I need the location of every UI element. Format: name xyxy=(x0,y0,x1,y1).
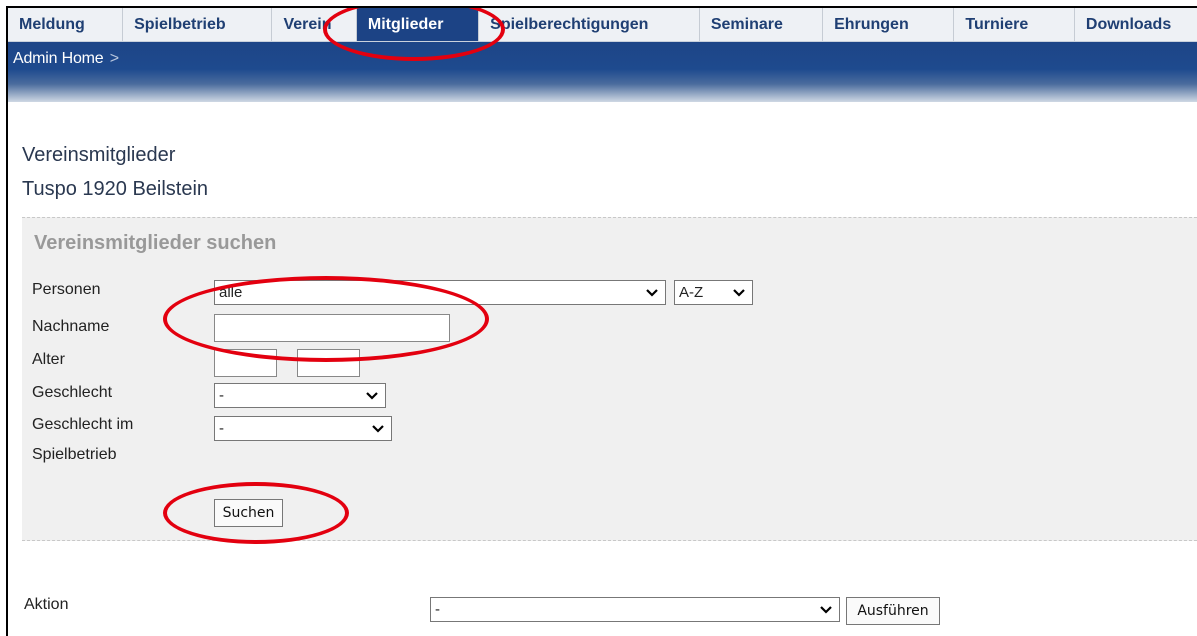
annotation-ellipse-nachname xyxy=(163,276,489,362)
chevron-down-icon xyxy=(366,392,378,400)
breadcrumb-separator: > xyxy=(109,50,119,67)
gender-play-label-line2: Spielbetrieb xyxy=(32,446,117,463)
search-panel-heading: Vereinsmitglieder suchen xyxy=(34,232,277,254)
sort-select[interactable]: A-Z xyxy=(674,280,753,305)
tab-ehrungen[interactable]: Ehrungen xyxy=(823,8,955,41)
age-label: Alter xyxy=(32,351,65,368)
browser-frame: Meldung Spielbetrieb Verein Mitglieder S… xyxy=(6,6,1197,636)
tab-turniere[interactable]: Turniere xyxy=(954,8,1075,41)
gender-play-select[interactable]: - xyxy=(214,416,392,441)
breadcrumb-admin-home[interactable]: Admin Home xyxy=(13,50,104,67)
sort-select-value: A-Z xyxy=(679,284,704,301)
execute-button[interactable]: Ausführen xyxy=(846,597,940,625)
chevron-down-icon xyxy=(646,289,658,297)
tab-spielberechtigungen[interactable]: Spielberechtigungen xyxy=(479,8,700,41)
gender-select[interactable]: - xyxy=(214,383,386,408)
gender-label: Geschlecht xyxy=(32,384,113,401)
chevron-down-icon xyxy=(820,606,832,614)
action-select-value: - xyxy=(435,601,440,618)
tab-downloads[interactable]: Downloads xyxy=(1074,8,1197,41)
tab-seminare[interactable]: Seminare xyxy=(699,8,824,41)
page-title: Vereinsmitglieder xyxy=(22,144,176,166)
header-bar: Admin Home > xyxy=(8,42,1197,102)
main-navigation: Meldung Spielbetrieb Verein Mitglieder S… xyxy=(8,8,1197,42)
annotation-ellipse-suchen xyxy=(163,482,349,544)
chevron-down-icon xyxy=(372,425,384,433)
tab-spielbetrieb[interactable]: Spielbetrieb xyxy=(123,8,273,41)
breadcrumb: Admin Home > xyxy=(13,50,119,68)
tab-meldung[interactable]: Meldung xyxy=(8,8,124,41)
action-select[interactable]: - xyxy=(430,597,840,622)
club-name: Tuspo 1920 Beilstein xyxy=(22,178,209,200)
action-label: Aktion xyxy=(24,596,69,613)
persons-label: Personen xyxy=(32,281,101,298)
gender-play-label-line1: Geschlecht im xyxy=(32,416,134,433)
chevron-down-icon xyxy=(733,289,745,297)
lastname-label: Nachname xyxy=(32,318,110,335)
gender-play-label: Geschlecht im Spielbetrieb xyxy=(32,414,133,466)
gender-play-select-value: - xyxy=(219,420,224,437)
gender-select-value: - xyxy=(219,387,224,404)
